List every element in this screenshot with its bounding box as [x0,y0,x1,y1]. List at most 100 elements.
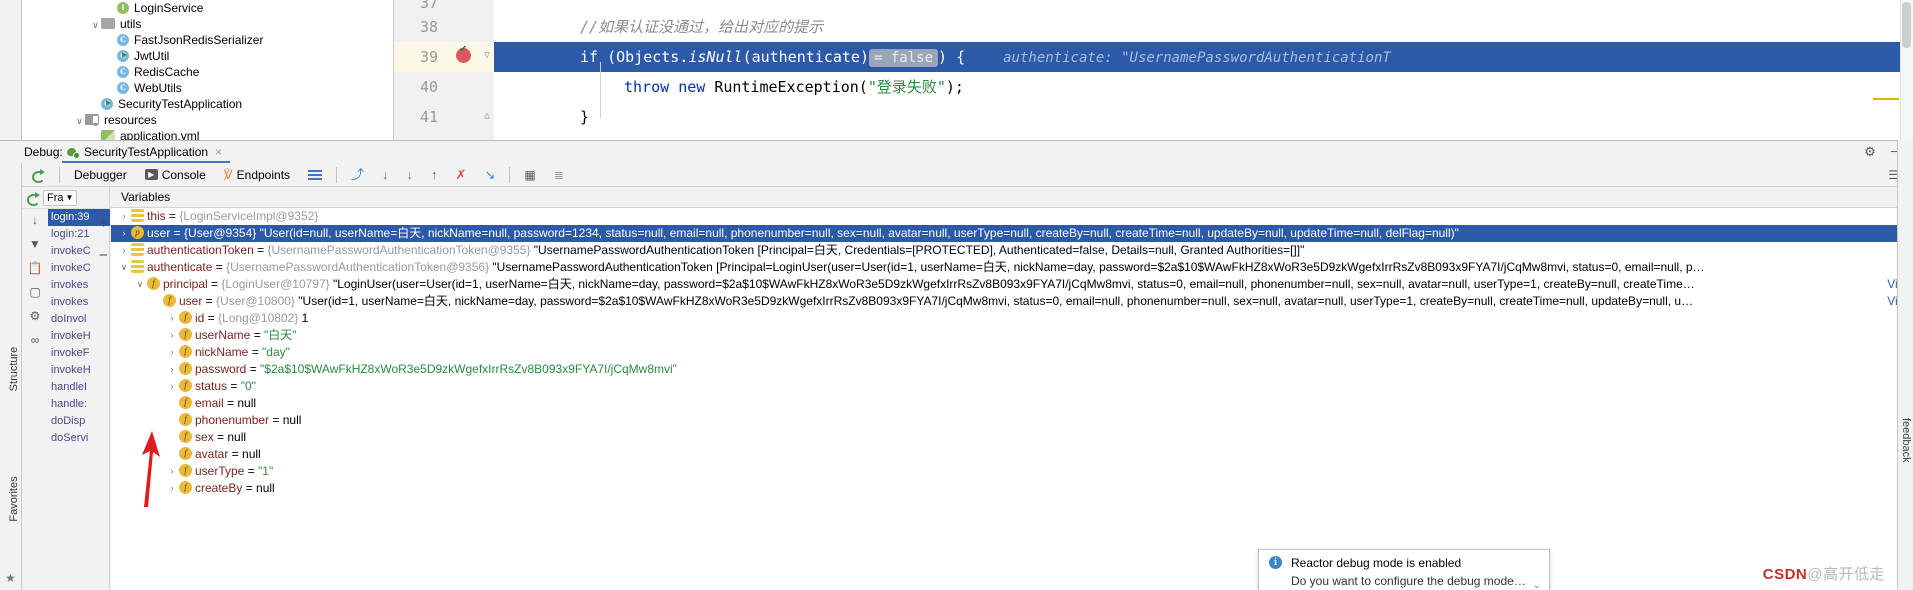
expand-chevron-icon[interactable]: › [165,378,179,395]
star-icon[interactable]: ★ [5,571,16,585]
variable-row[interactable]: › f nickName = "day" [111,344,1913,361]
debugger-toolbar[interactable]: Debugger ▶ Console ℣ Endpoints ⤴ ↓ ↓ ↑ ✗… [22,163,1913,187]
step-out-button[interactable]: ↑ [422,163,447,187]
frame-row[interactable]: invokeH [48,362,110,379]
filter-icon[interactable]: ▼ [29,237,41,251]
gear-icon[interactable]: ⚙ [1863,145,1877,159]
expand-chevron-icon[interactable]: › [117,242,131,259]
tree-item[interactable]: C RedisCache [22,64,393,80]
step-down-icon[interactable]: ↓ [32,213,38,227]
rerun-icon[interactable] [26,191,40,206]
drop-frame-button[interactable]: ✗ [447,163,476,187]
tree-item[interactable]: ∨ resources [22,112,393,128]
code-line-40[interactable]: throw new RuntimeException("登录失败"); [494,72,1913,102]
step-over-button[interactable]: ↓ [373,163,398,187]
sidebar-item-favorites[interactable]: Favorites [8,469,20,529]
chevron-down-icon[interactable]: ⌄ [1533,580,1541,590]
breakpoint-marker[interactable] [456,44,471,63]
tab-debugger[interactable]: Debugger [65,163,136,187]
inline-debug-hint: = false [869,49,939,67]
tab-console[interactable]: ▶ Console [136,163,215,187]
tree-item[interactable]: application.yml [22,128,393,140]
expand-chevron-icon[interactable]: › [165,361,179,378]
variable-row[interactable]: › f userName = "白天" [111,327,1913,344]
variable-row[interactable]: › f userType = "1" [111,463,1913,480]
frame-row[interactable]: handle: [48,396,110,413]
chevron-down-icon[interactable]: ∨ [74,113,85,129]
variable-row[interactable]: ∨ f principal = {LoginUser@10797} "LoginUs… [111,276,1913,293]
code-line-38[interactable]: //如果认证没通过，给出对应的提示 [494,12,1913,42]
tree-item[interactable]: C JwtUtil [22,48,393,64]
frame-row[interactable]: handleI [48,379,110,396]
sidebar-item-feedback[interactable]: feedback [1900,418,1912,474]
debug-session-tab[interactable]: SecurityTestApplication × [62,143,231,163]
step-into-button[interactable]: ↓ [398,163,423,187]
frame-row[interactable]: doInvol [48,311,110,328]
variable-row[interactable]: f sex = null [111,429,1913,446]
tab-endpoints[interactable]: ℣ Endpoints [215,163,299,187]
expand-chevron-icon[interactable]: › [117,208,131,225]
project-tree[interactable]: I LoginService ∨ utils C FastJsonRedisSeriali… [22,0,394,140]
camera-icon[interactable]: ▢ [29,285,40,299]
variable-row[interactable]: › f id = {Long@10802} 1 [111,310,1913,327]
copy-icon[interactable]: 📋 [28,261,43,275]
variable-row[interactable]: › f password = "$2a$10$WAwFkHZ8xWoR3e5D9zk… [111,361,1913,378]
code-line-41[interactable]: } [494,102,1913,132]
scrollbar-thumb[interactable] [1902,2,1911,48]
frame-row[interactable]: doDisp [48,413,110,430]
tree-item[interactable]: C WebUtils [22,80,393,96]
editor-scrollbar[interactable] [1900,0,1913,140]
chevron-down-icon[interactable]: ∨ [90,17,101,33]
mute-breakpoints-button[interactable]: ≣ [545,163,573,187]
expand-chevron-icon[interactable]: › [165,310,179,327]
close-icon[interactable]: × [215,145,222,159]
code-fold-toggle[interactable]: △ [482,110,492,121]
variable-row[interactable]: f email = null [111,395,1913,412]
show-execution-point-button[interactable]: ⤴ [342,163,373,187]
expand-chevron-icon[interactable]: › [165,344,179,361]
add-watch-button[interactable]: + [99,215,108,232]
frame-row[interactable]: invokeH [48,328,110,345]
expand-chevron-icon[interactable]: › [165,480,179,497]
link-icon[interactable]: ∞ [31,333,40,347]
variable-row[interactable]: › p user = {User@9354} "User(id=null, user… [111,225,1913,242]
variable-row[interactable]: f phonenumber = null [111,412,1913,429]
expand-chevron-icon[interactable]: › [165,463,179,480]
sidebar-item-structure[interactable]: Structure [8,339,20,399]
remove-watch-button[interactable]: − [99,247,108,264]
variable-row[interactable]: › f createBy = null [111,480,1913,497]
tree-item[interactable]: C SecurityTestApplication [22,96,393,112]
thread-selector[interactable]: Fra ▼ [43,189,78,206]
notification-popup[interactable]: i Reactor debug mode is enabled Do you w… [1258,549,1550,590]
editor-gutter[interactable]: 37 38 39 40 41 ▽ △ [394,0,494,140]
expand-chevron-icon[interactable]: › [117,225,131,242]
frame-row[interactable]: doServi [48,430,110,447]
tree-item[interactable]: C FastJsonRedisSerializer [22,32,393,48]
evaluate-expression-button[interactable]: ▦ [515,163,544,187]
code-editor[interactable]: 37 38 39 40 41 ▽ △ //如果认证没通过，给出对应的提示 if … [394,0,1913,140]
variable-row[interactable]: › f status = "0" [111,378,1913,395]
code-line-39[interactable]: if (Objects.isNull(authenticate) = false)… [494,42,1913,72]
tree-item[interactable]: ∨ utils [22,16,393,32]
expand-chevron-icon[interactable]: ∨ [117,259,131,276]
run-to-cursor-button[interactable]: ↘ [475,163,504,187]
variable-row[interactable]: f avatar = null [111,446,1913,463]
variable-row[interactable]: f user = {User@10800} "User(id=1, userNam… [111,293,1913,310]
variable-row[interactable]: › this = {LoginServiceImpl@9352} [111,208,1913,225]
variable-row[interactable]: › authenticationToken = {UsernamePassword… [111,242,1913,259]
tree-item[interactable]: I LoginService [22,0,393,16]
frame-row[interactable]: invokes [48,294,110,311]
frames-toolbar[interactable]: Fra ▼ [22,187,110,209]
code-fold-toggle[interactable]: ▽ [482,50,492,61]
frame-row[interactable]: invokeF [48,345,110,362]
frames-list[interactable]: login:39 login:21 invokeC invokeC invokes inv… [48,209,110,590]
expand-chevron-icon[interactable]: › [165,327,179,344]
gear-icon[interactable]: ⚙ [30,309,41,323]
expand-chevron-icon[interactable]: ∨ [133,276,147,293]
variables-tree[interactable]: › this = {LoginServiceImpl@9352} › p user =… [111,208,1913,590]
variable-row[interactable]: ∨ authenticate = {UsernamePasswordAuthent… [111,259,1913,276]
layout-settings-button[interactable] [299,163,331,187]
frames-side-icons[interactable]: ↓ ▼ 📋 ▢ ⚙ ∞ [22,209,48,590]
frame-row[interactable]: invokes [48,277,110,294]
resume-program-button[interactable] [22,163,54,187]
